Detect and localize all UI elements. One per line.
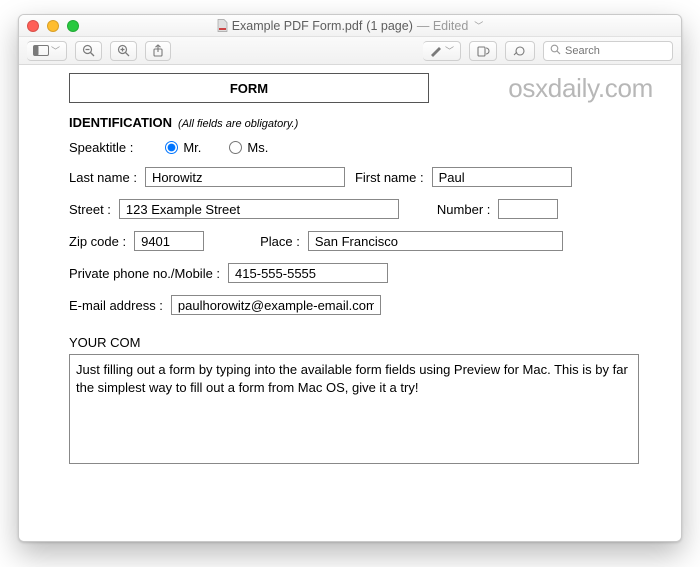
zip-input[interactable]: [134, 231, 204, 251]
document-icon: [217, 19, 228, 32]
email-input[interactable]: [171, 295, 381, 315]
toolbar: ﹀ ﹀: [19, 37, 681, 65]
comments-textarea[interactable]: [69, 354, 639, 464]
sidebar-toggle-button[interactable]: ﹀: [27, 41, 67, 61]
phone-label: Private phone no./Mobile :: [69, 266, 220, 281]
street-label: Street :: [69, 202, 111, 217]
radio-mr[interactable]: Mr.: [165, 140, 201, 155]
your-com-label: YOUR COM: [69, 335, 653, 350]
title-filename: Example PDF Form.pdf: [232, 19, 363, 33]
form-title: FORM: [230, 81, 268, 96]
lastname-input[interactable]: [145, 167, 345, 187]
radio-ms-label: Ms.: [247, 140, 268, 155]
rotate-button[interactable]: [469, 41, 497, 61]
number-input[interactable]: [498, 199, 558, 219]
street-input[interactable]: [119, 199, 399, 219]
place-input[interactable]: [308, 231, 563, 251]
chevron-down-icon: ﹀: [51, 44, 60, 57]
highlight-button[interactable]: ﹀: [423, 41, 461, 61]
document-content: osxdaily.com FORM IDENTIFICATION (All fi…: [19, 65, 681, 541]
zoom-out-button[interactable]: [75, 41, 102, 61]
zoom-in-button[interactable]: [110, 41, 137, 61]
search-input[interactable]: [565, 45, 666, 57]
app-window: Example PDF Form.pdf (1 page) — Edited ﹀…: [18, 14, 682, 542]
form-title-box: FORM: [69, 73, 429, 103]
phone-input[interactable]: [228, 263, 388, 283]
speaktitle-label: Speaktitle :: [69, 140, 133, 155]
chevron-down-icon: ﹀: [445, 44, 454, 57]
number-label: Number :: [437, 202, 490, 217]
firstname-input[interactable]: [432, 167, 572, 187]
watermark: osxdaily.com: [508, 73, 653, 104]
markup-toolbar-button[interactable]: [505, 41, 535, 61]
identification-heading: IDENTIFICATION: [69, 115, 172, 130]
share-button[interactable]: [145, 41, 171, 61]
title-status: — Edited: [417, 19, 468, 33]
firstname-label: First name :: [355, 170, 424, 185]
search-field[interactable]: [543, 41, 673, 61]
zip-label: Zip code :: [69, 234, 126, 249]
titlebar: Example PDF Form.pdf (1 page) — Edited ﹀: [19, 15, 681, 37]
email-label: E-mail address :: [69, 298, 163, 313]
window-title: Example PDF Form.pdf (1 page) — Edited ﹀: [19, 19, 681, 33]
place-label: Place :: [260, 234, 300, 249]
title-pages: (1 page): [366, 19, 413, 33]
radio-mr-label: Mr.: [183, 140, 201, 155]
lastname-label: Last name :: [69, 170, 137, 185]
identification-note: (All fields are obligatory.): [178, 118, 298, 130]
radio-ms-input[interactable]: [229, 141, 242, 154]
radio-mr-input[interactable]: [165, 141, 178, 154]
radio-ms[interactable]: Ms.: [229, 140, 268, 155]
title-dropdown-icon[interactable]: ﹀: [474, 19, 483, 32]
search-icon: [550, 42, 561, 60]
